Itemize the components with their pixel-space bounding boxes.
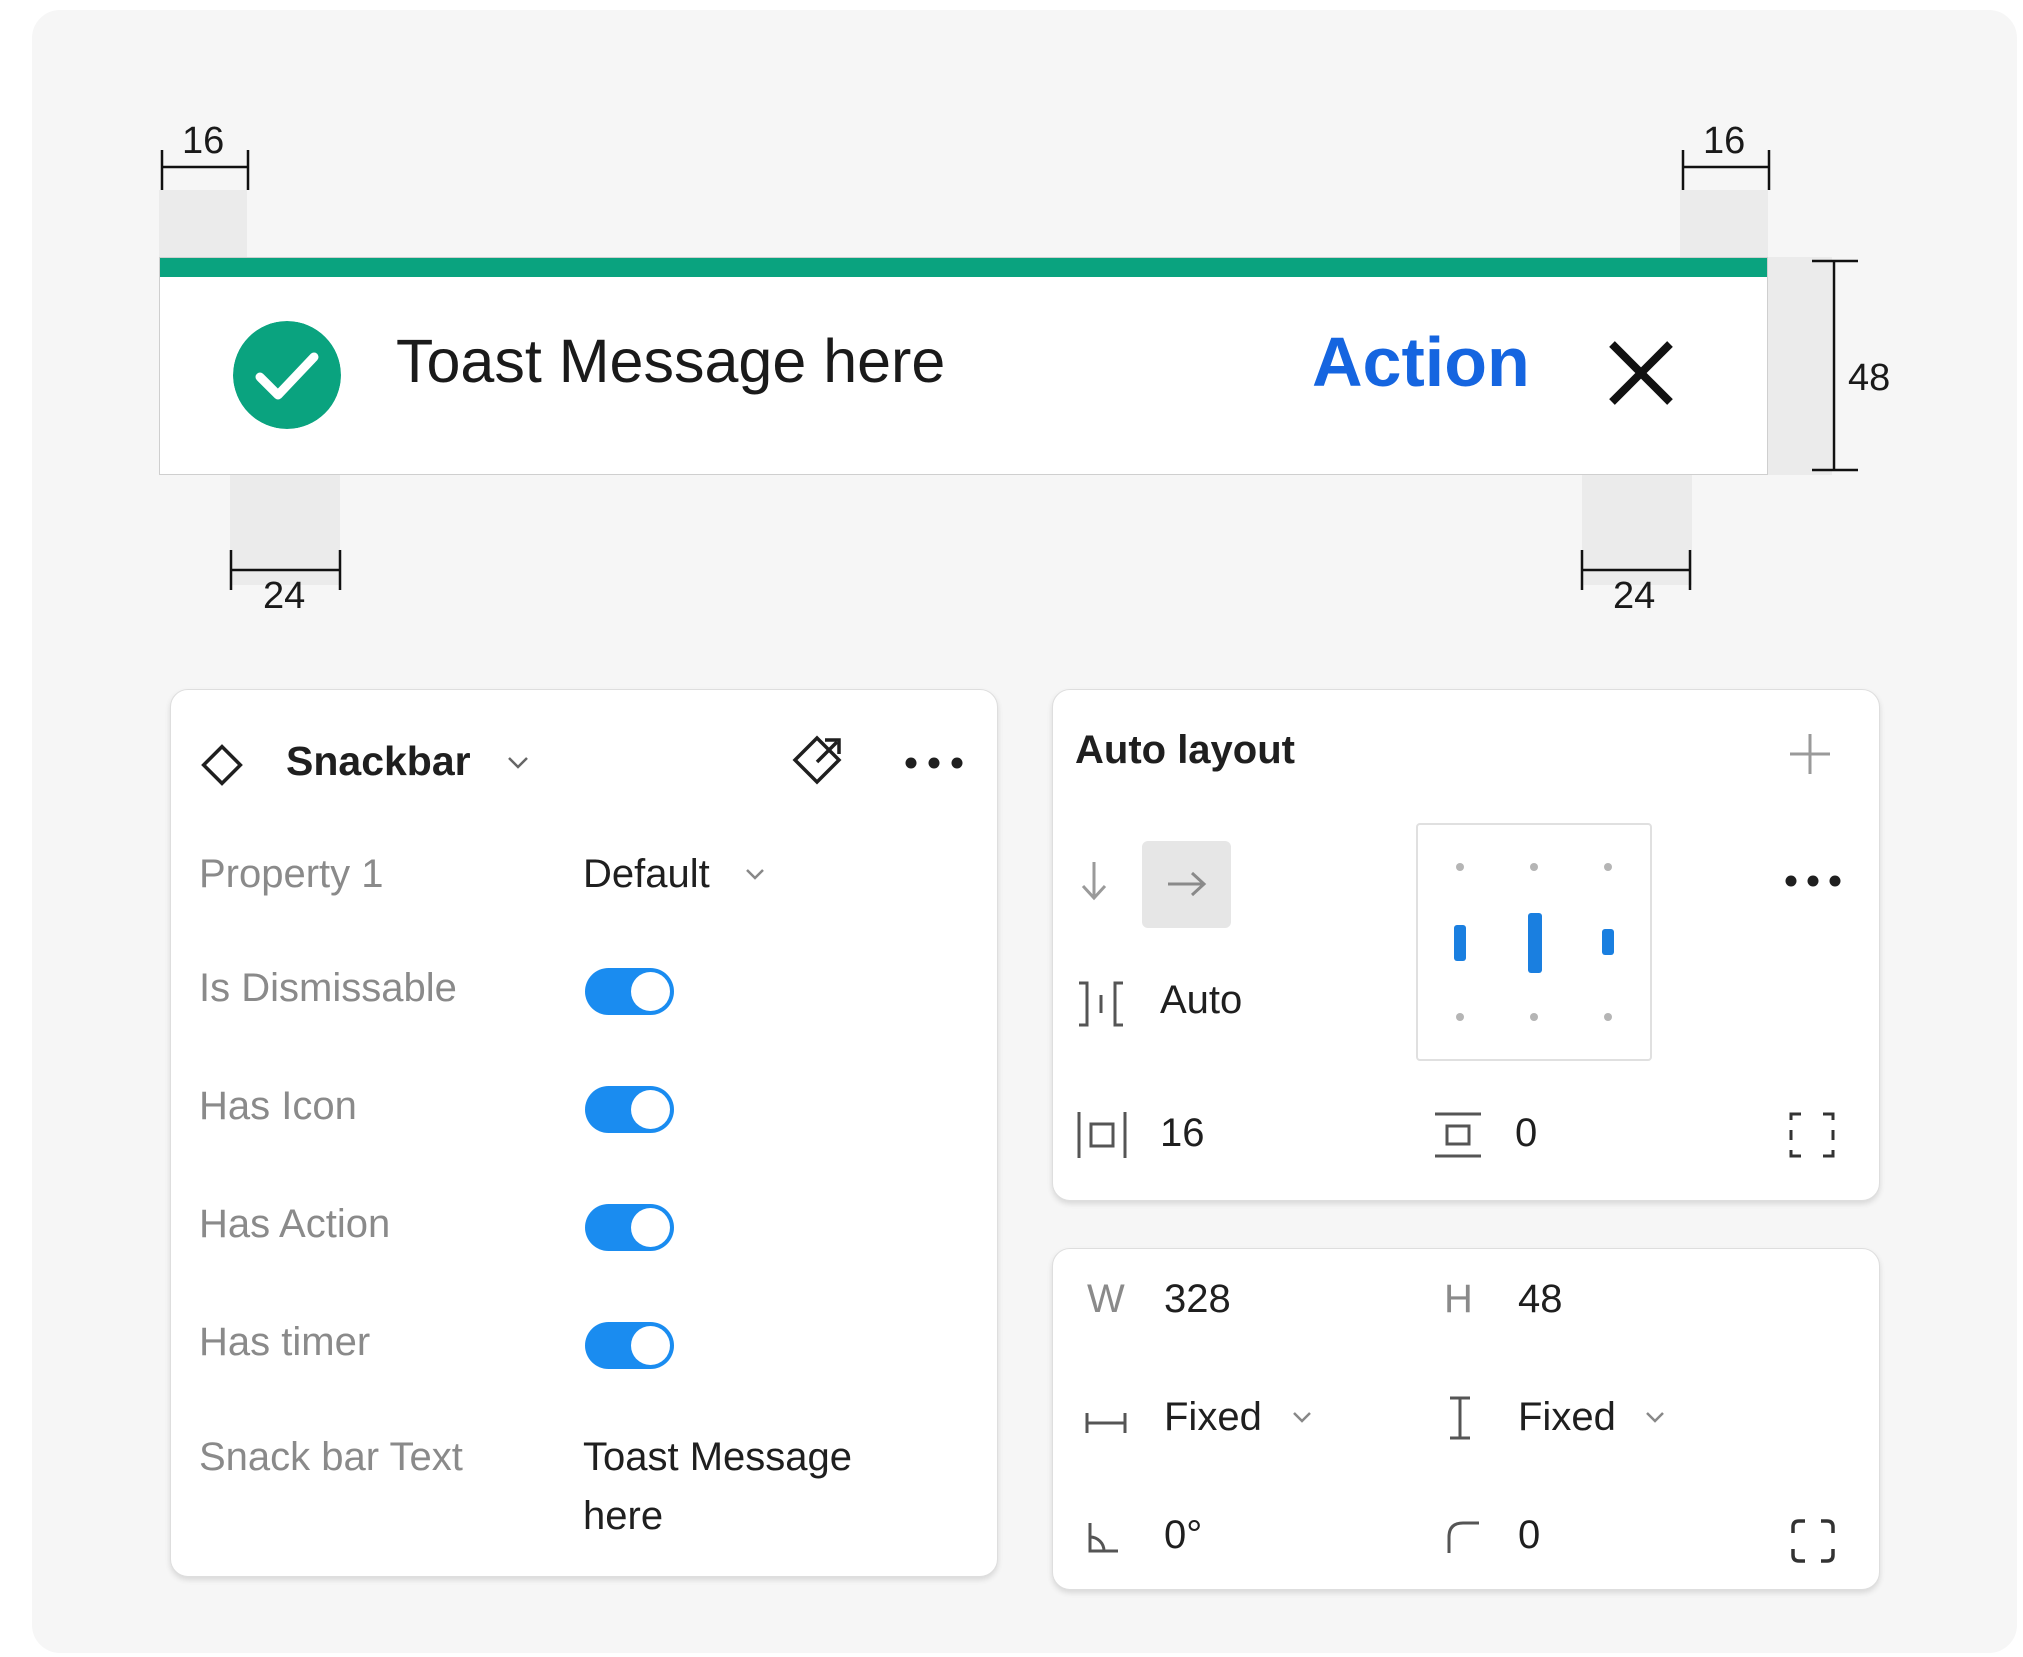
rotation-input[interactable]: 0° — [1164, 1513, 1202, 1558]
has-timer-toggle[interactable] — [585, 1322, 674, 1369]
width-mode-dropdown[interactable]: Fixed — [1164, 1395, 1262, 1440]
height-label: H — [1444, 1277, 1473, 1321]
more-icon[interactable] — [1784, 874, 1842, 888]
vertical-padding-value[interactable]: 0 — [1515, 1111, 1537, 1156]
corner-radius-icon — [1447, 1521, 1479, 1553]
toast-action-button[interactable]: Action — [1312, 322, 1530, 402]
width-input[interactable]: 328 — [1164, 1277, 1231, 1322]
spacing-between-icon — [1079, 981, 1123, 1027]
width-label: W — [1087, 1277, 1125, 1321]
more-icon[interactable] — [904, 756, 964, 770]
auto-layout-panel: Auto layout Auto 16 0 — [1052, 689, 1880, 1201]
chevron-down-icon[interactable] — [1643, 1409, 1667, 1425]
dim-label-height: 48 — [1848, 357, 1891, 399]
component-diamond-icon — [201, 744, 243, 786]
dim-label-right-margin: 16 — [1703, 120, 1746, 162]
toast-status-bar — [160, 258, 1767, 277]
property-label: Has Action — [199, 1202, 391, 1246]
snackbar-text-line: here — [583, 1494, 664, 1538]
check-circle-icon — [233, 321, 341, 429]
dim-label-right-padding: 24 — [1613, 575, 1656, 617]
alignment-grid-graphic — [1454, 863, 1614, 1021]
property-label: Property 1 — [199, 852, 384, 896]
rotation-icon — [1088, 1523, 1118, 1553]
toast-message: Toast Message here — [396, 327, 946, 395]
horizontal-padding-value[interactable]: 16 — [1160, 1111, 1205, 1156]
property-label: Has Icon — [199, 1084, 357, 1128]
component-name[interactable]: Snackbar — [286, 738, 471, 785]
component-properties-panel: Snackbar Property 1 Default Is Dismissab… — [170, 689, 998, 1577]
property-dropdown[interactable]: Default — [583, 852, 710, 897]
toast-snackbar: Toast Message here Action — [159, 257, 1768, 475]
property-label: Snack bar Text — [199, 1435, 463, 1479]
direction-horizontal-button[interactable] — [1142, 841, 1231, 928]
dimensions-panel: W 328 H 48 Fixed Fixed 0° 0 — [1052, 1248, 1880, 1590]
height-mode-dropdown[interactable]: Fixed — [1518, 1395, 1616, 1440]
vertical-resizing-icon — [1450, 1396, 1470, 1440]
arrow-down-icon[interactable] — [1079, 858, 1109, 904]
snackbar-text-line: Toast Message — [583, 1435, 853, 1479]
panel-title: Auto layout — [1075, 728, 1295, 772]
independent-corners-icon[interactable] — [1789, 1517, 1837, 1565]
vertical-padding-icon — [1435, 1112, 1481, 1158]
horizontal-resizing-icon — [1085, 1413, 1127, 1433]
property-label: Has timer — [199, 1320, 371, 1364]
go-to-main-component-icon[interactable] — [787, 732, 847, 792]
alignment-grid[interactable] — [1416, 823, 1652, 1061]
corner-radius-input[interactable]: 0 — [1518, 1513, 1540, 1558]
gap-value[interactable]: Auto — [1160, 978, 1242, 1023]
has-action-toggle[interactable] — [585, 1204, 674, 1251]
chevron-down-icon[interactable] — [743, 866, 767, 882]
is-dismissable-toggle[interactable] — [585, 968, 674, 1015]
arrow-right-icon — [1168, 871, 1207, 897]
close-icon[interactable] — [1608, 340, 1674, 406]
chevron-down-icon[interactable] — [505, 754, 531, 772]
property-label: Is Dismissable — [199, 966, 457, 1010]
height-input[interactable]: 48 — [1518, 1277, 1563, 1322]
dim-label-left-padding: 24 — [263, 575, 306, 617]
dim-label-left-margin: 16 — [182, 120, 225, 162]
chevron-down-icon[interactable] — [1290, 1409, 1314, 1425]
horizontal-padding-icon — [1077, 1112, 1127, 1158]
add-icon[interactable] — [1788, 732, 1832, 776]
has-icon-toggle[interactable] — [585, 1086, 674, 1133]
individual-padding-icon[interactable] — [1787, 1110, 1837, 1160]
